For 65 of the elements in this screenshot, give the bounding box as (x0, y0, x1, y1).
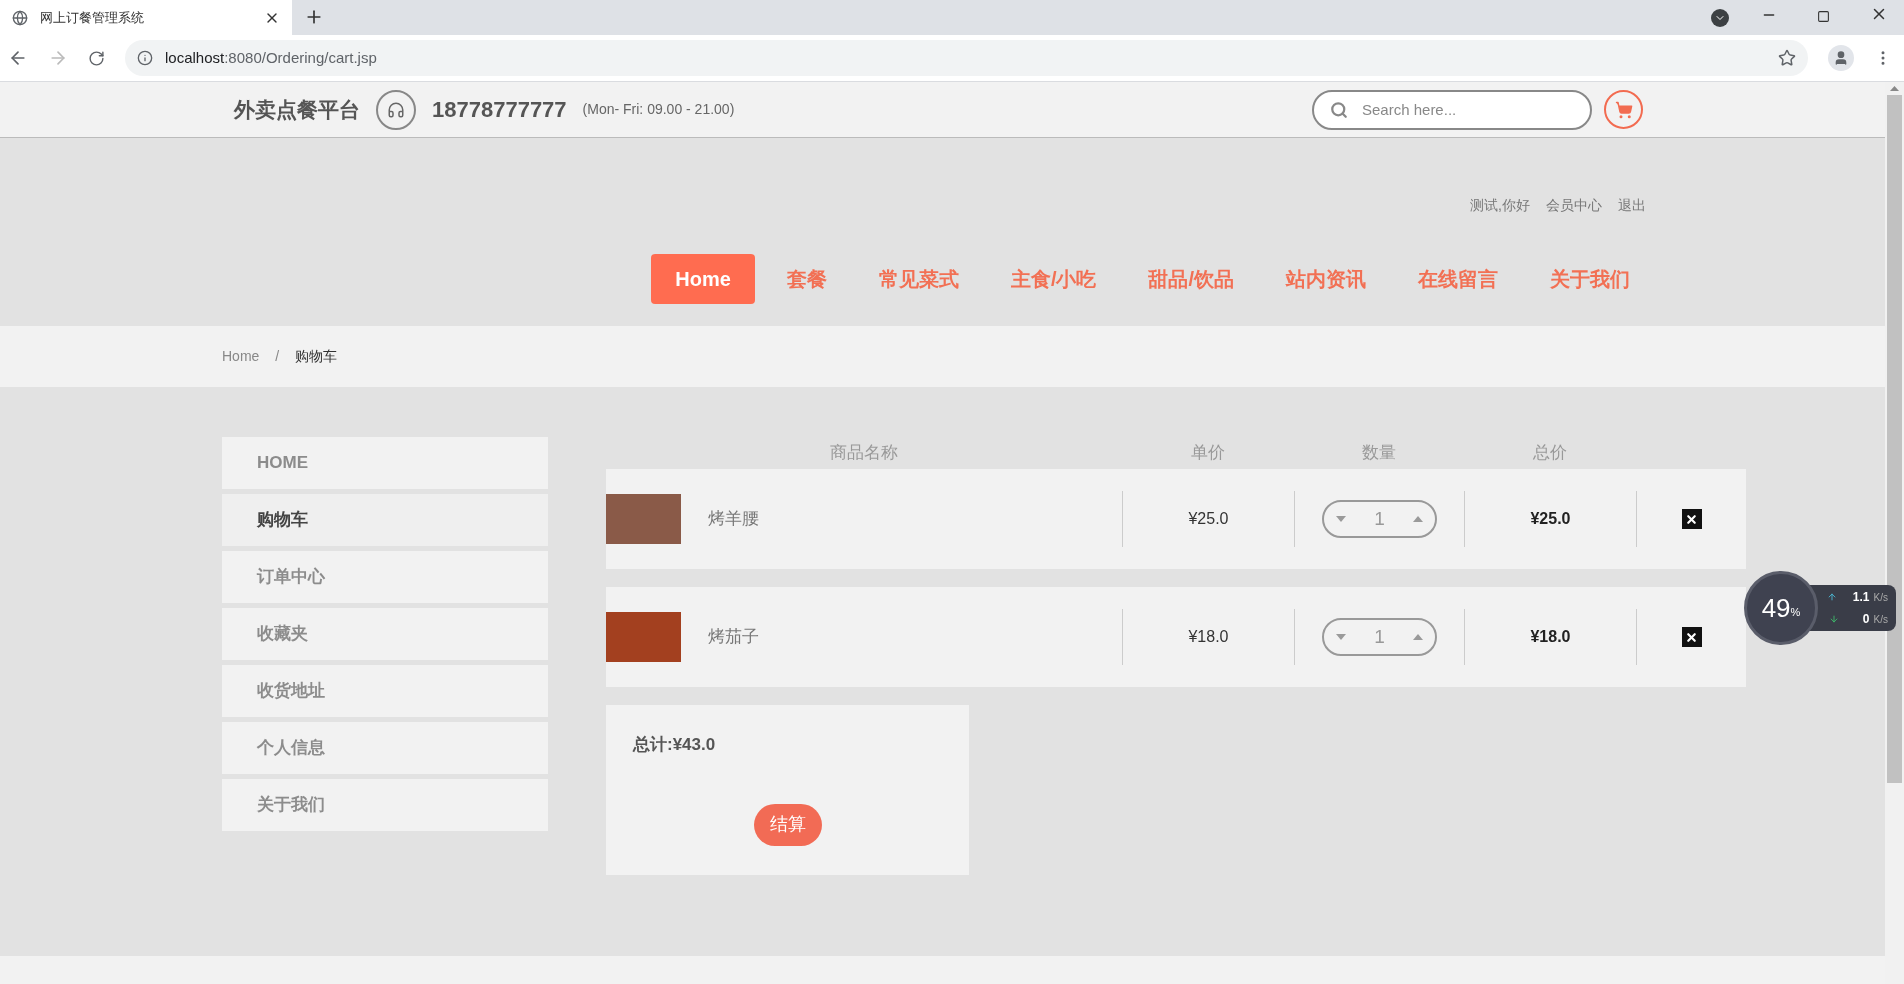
headphones-icon (376, 89, 416, 130)
download-arrow-icon (1828, 614, 1839, 624)
search-field[interactable]: Search here... (1312, 89, 1592, 130)
close-icon (1685, 512, 1698, 526)
breadcrumb-item: 购物车 (295, 347, 338, 366)
site-logo[interactable]: 外卖点餐平台 (234, 93, 360, 126)
nav-item[interactable]: 站内资讯 (1266, 254, 1386, 304)
sidebar-item[interactable]: 收货地址 (222, 665, 548, 717)
sidebar-item[interactable]: 收藏夹 (222, 608, 548, 660)
product-name: 烤茄子 (708, 626, 760, 649)
opening-hours: (Mon- Fri: 09.00 - 21.00) (582, 100, 735, 119)
bookmark-star-icon[interactable] (1778, 49, 1796, 67)
upload-speed: 1.1 (1852, 589, 1870, 606)
unit-price: ¥25.0 (1188, 509, 1229, 529)
address-field[interactable]: localhost:8080/Ordering/cart.jsp (125, 40, 1808, 76)
browser-tab[interactable]: 网上订餐管理系统 (0, 0, 292, 35)
cart-icon (1614, 100, 1633, 119)
delete-button[interactable] (1681, 627, 1702, 647)
globe-icon (12, 9, 28, 26)
nav-item[interactable]: Home (651, 254, 755, 304)
tab-title: 网上订餐管理系统 (40, 8, 145, 27)
order-total: 总计:¥43.0 (633, 734, 717, 756)
url-text: localhost:8080/Ordering/cart.jsp (165, 47, 378, 68)
breadcrumb-item[interactable]: Home (222, 346, 260, 367)
nav-item[interactable]: 关于我们 (1530, 254, 1650, 304)
unit-price: ¥18.0 (1188, 627, 1229, 647)
nav-item[interactable]: 套餐 (766, 254, 847, 304)
phone-number: 18778777777 (432, 96, 567, 124)
cart-button[interactable] (1604, 90, 1643, 129)
checkout-button[interactable]: 结算 (753, 803, 822, 846)
reload-icon[interactable] (88, 49, 105, 67)
speed-unit: K/s (1873, 612, 1888, 627)
product-name: 烤羊腰 (708, 508, 760, 531)
column-header: 数量 (1361, 442, 1397, 465)
nav-item[interactable]: 甜品/饮品 (1128, 254, 1254, 304)
user-link[interactable]: 测试,你好 (1470, 195, 1530, 216)
user-link[interactable]: 退出 (1618, 195, 1646, 216)
breadcrumb-separator: / (275, 347, 280, 366)
column-header: 总价 (1532, 442, 1568, 465)
profile-avatar[interactable] (1828, 45, 1854, 71)
user-link[interactable]: 会员中心 (1546, 195, 1602, 216)
search-icon (1330, 100, 1348, 119)
close-icon (1685, 630, 1698, 644)
nav-item[interactable]: 常见菜式 (858, 254, 979, 304)
sidebar-item[interactable]: 购物车 (222, 494, 548, 546)
sidebar-item[interactable]: HOME (222, 437, 548, 489)
nav-item[interactable]: 在线留言 (1398, 254, 1518, 304)
nav-item[interactable]: 主食/小吃 (990, 254, 1117, 304)
restore-icon[interactable] (1817, 10, 1830, 23)
sidebar-item[interactable]: 个人信息 (222, 722, 548, 774)
upload-arrow-icon (1826, 592, 1837, 602)
download-speed: 0 (1862, 611, 1870, 628)
column-header: 单价 (1190, 442, 1226, 465)
line-total: ¥25.0 (1530, 509, 1571, 529)
tab-search-icon[interactable] (1711, 9, 1729, 27)
speed-unit: K/s (1873, 590, 1888, 605)
sidebar-item[interactable]: 关于我们 (222, 779, 548, 831)
scroll-up-arrow-icon[interactable] (1890, 86, 1899, 91)
sidebar-item[interactable]: 订单中心 (222, 551, 548, 603)
percent-sign: % (1790, 605, 1801, 620)
line-total: ¥18.0 (1530, 627, 1571, 647)
info-icon (137, 50, 153, 66)
usage-percent: 49 (1761, 591, 1791, 625)
column-header: 商品名称 (829, 442, 899, 465)
delete-button[interactable] (1681, 509, 1702, 529)
